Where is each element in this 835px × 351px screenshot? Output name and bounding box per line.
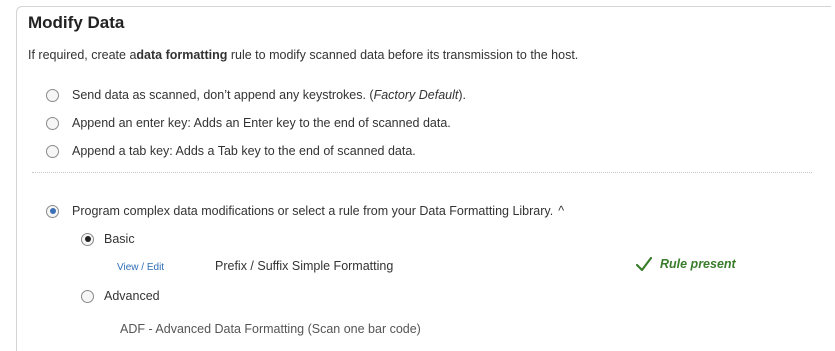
- rule-status-label: Rule present: [660, 257, 736, 271]
- view-edit-link[interactable]: View / Edit: [117, 262, 164, 273]
- rule-name: Prefix / Suffix Simple Formatting: [215, 259, 394, 273]
- option-advanced[interactable]: Advanced: [81, 289, 160, 303]
- option-append-enter-label: Append an enter key: Adds an Enter key t…: [72, 116, 451, 130]
- section-intro: If required, create adata formatting rul…: [28, 48, 578, 62]
- option-append-tab[interactable]: Append a tab key: Adds a Tab key to the …: [46, 144, 416, 158]
- view-edit-separator: /: [138, 262, 147, 273]
- intro-prefix: If required, create a: [28, 48, 137, 62]
- option-send-as-scanned[interactable]: Send data as scanned, don’t append any k…: [46, 88, 466, 102]
- edit-link[interactable]: Edit: [147, 262, 164, 273]
- option-program-complex-label: Program complex data modifications or se…: [72, 204, 554, 218]
- radio-basic[interactable]: [81, 232, 94, 246]
- option-program-complex[interactable]: Program complex data modifications or se…: [46, 204, 564, 218]
- option-basic[interactable]: Basic: [81, 232, 135, 246]
- radio-append-tab[interactable]: [46, 144, 59, 158]
- radio-advanced[interactable]: [81, 289, 94, 303]
- option-basic-label: Basic: [104, 232, 135, 246]
- radio-program-complex[interactable]: [46, 204, 59, 218]
- rule-status: Rule present: [636, 257, 736, 271]
- option-append-enter[interactable]: Append an enter key: Adds an Enter key t…: [46, 116, 451, 130]
- radio-send-as-scanned[interactable]: [46, 88, 59, 102]
- section-title: Modify Data: [28, 13, 125, 32]
- intro-bold: data formatting: [136, 48, 228, 62]
- factory-default-note: Factory Default: [373, 88, 459, 102]
- option-send-as-scanned-label: Send data as scanned, don’t append any k…: [72, 88, 466, 102]
- option-advanced-label: Advanced: [104, 289, 160, 303]
- radio-append-enter[interactable]: [46, 116, 59, 130]
- check-icon: [636, 257, 652, 271]
- adf-description: ADF - Advanced Data Formatting (Scan one…: [120, 322, 421, 336]
- option-append-tab-label: Append a tab key: Adds a Tab key to the …: [72, 144, 416, 158]
- options-divider: [32, 172, 812, 173]
- collapse-toggle-icon[interactable]: ^: [558, 204, 564, 218]
- view-link[interactable]: View: [117, 262, 139, 273]
- intro-suffix: rule to modify scanned data before its t…: [227, 48, 579, 62]
